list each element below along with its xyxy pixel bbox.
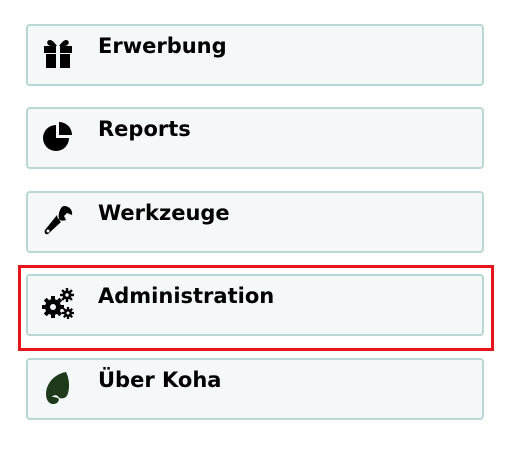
koha-logo-icon xyxy=(40,370,76,406)
menu-item-werkzeuge[interactable]: Werkzeuge xyxy=(26,191,484,253)
wrench-icon xyxy=(40,203,76,239)
menu-item-label: Erwerbung xyxy=(98,34,227,58)
menu-item-label: Über Koha xyxy=(98,368,222,392)
pie-chart-icon xyxy=(40,119,76,155)
menu-item-reports[interactable]: Reports xyxy=(26,107,484,169)
menu-item-label: Werkzeuge xyxy=(98,201,230,225)
menu-item-erwerbung[interactable]: Erwerbung xyxy=(26,24,484,86)
gift-icon xyxy=(40,36,76,72)
menu-item-label: Administration xyxy=(98,284,275,308)
gears-icon xyxy=(40,286,76,322)
menu-item-ueber-koha[interactable]: Über Koha xyxy=(26,358,484,420)
menu-item-label: Reports xyxy=(98,117,191,141)
menu-item-administration[interactable]: Administration xyxy=(26,274,484,336)
